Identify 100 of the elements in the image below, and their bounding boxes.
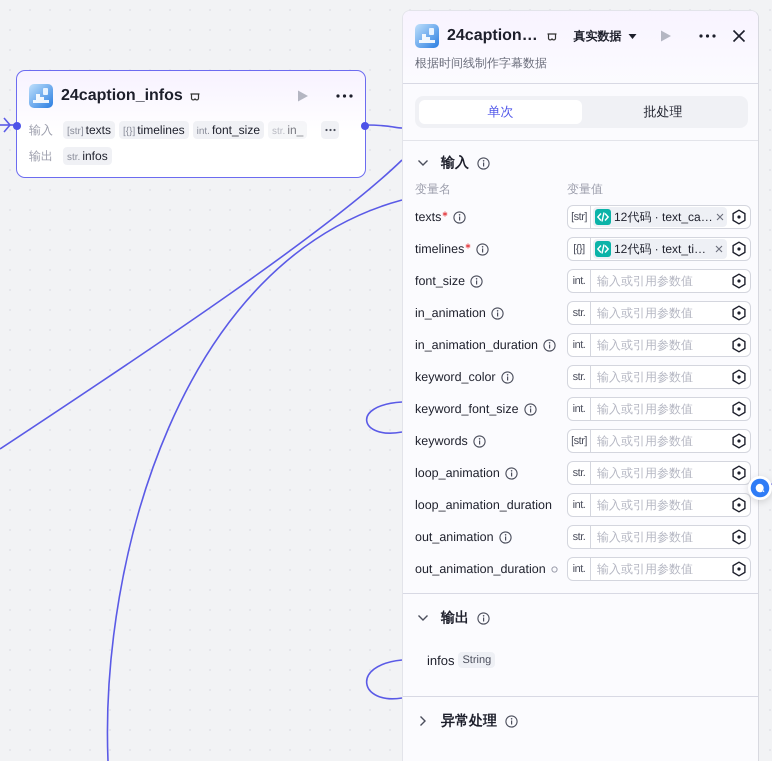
- info-icon: [505, 714, 518, 728]
- connector-arrow: [0, 117, 15, 133]
- code-icon: [595, 241, 611, 257]
- chat-button[interactable]: [748, 476, 772, 500]
- value-field[interactable]: str. 输入或引用参数值: [567, 525, 751, 549]
- type-label: [str]: [568, 430, 591, 452]
- info-icon: [504, 466, 518, 480]
- port-dot: [13, 122, 21, 130]
- type-label: str.: [568, 526, 591, 548]
- value-field[interactable]: [str] 12代码 · text_ca…: [567, 205, 751, 229]
- input-field[interactable]: 输入或引用参数值: [591, 562, 727, 576]
- type-label: int.: [196, 126, 210, 137]
- more-button[interactable]: [321, 121, 340, 139]
- variable-select-icon[interactable]: [731, 305, 747, 321]
- parameter-name: keywords: [415, 434, 468, 448]
- value-field[interactable]: str. 输入或引用参数值: [567, 365, 751, 389]
- input-field[interactable]: 输入或引用参数值: [591, 274, 727, 288]
- info-icon: [477, 612, 490, 624]
- info-icon: [476, 242, 490, 256]
- variable-select-icon[interactable]: [731, 209, 747, 225]
- output-name: infos: [427, 652, 454, 668]
- parameter-name: out_animation: [415, 530, 494, 544]
- value-field[interactable]: str. 输入或引用参数值: [567, 461, 751, 485]
- remove-icon[interactable]: [715, 245, 723, 253]
- parameter-name: in_animation: [415, 306, 486, 320]
- inputs-label: 输入: [29, 122, 54, 138]
- type-label: [{}]: [123, 126, 136, 137]
- variable-select-icon[interactable]: [731, 337, 747, 353]
- input-field[interactable]: 输入或引用参数值: [591, 530, 727, 544]
- value-field[interactable]: int. 输入或引用参数值: [567, 397, 751, 421]
- variable-select-icon[interactable]: [731, 561, 747, 577]
- info-icon: [524, 402, 537, 416]
- data-mode-dropdown[interactable]: 真实数据: [570, 28, 641, 44]
- input-field[interactable]: 输入或引用参数值: [591, 434, 727, 448]
- input-field[interactable]: 输入或引用参数值: [591, 306, 727, 320]
- type-label: [str]: [568, 206, 591, 228]
- value-field[interactable]: int. 输入或引用参数值: [567, 557, 751, 581]
- reference-text: 12代码 · text_ca…: [614, 208, 713, 226]
- variable-select-icon[interactable]: [731, 433, 747, 449]
- parameter-name: texts: [415, 210, 442, 224]
- info-icon: [472, 434, 486, 448]
- parameter-name: font_size: [212, 123, 260, 137]
- glasses-icon: [188, 90, 201, 102]
- output-type: String: [458, 652, 496, 668]
- value-field[interactable]: str. 输入或引用参数值: [567, 301, 751, 325]
- value-field[interactable]: int. 输入或引用参数值: [567, 333, 751, 357]
- type-label: str.: [568, 302, 591, 324]
- variable-select-icon[interactable]: [731, 465, 747, 481]
- variable-select-icon[interactable]: [731, 241, 747, 257]
- value-field[interactable]: [str] 输入或引用参数值: [567, 429, 751, 453]
- parameter-name: in_: [287, 123, 304, 137]
- parameter-name: out_animation_duration: [415, 562, 546, 576]
- port-dot: [361, 122, 369, 130]
- more-icon[interactable]: [336, 92, 353, 100]
- value-field[interactable]: int. 输入或引用参数值: [567, 269, 751, 293]
- parameter-name: timelines: [137, 123, 185, 137]
- panel-title: 24caption…: [447, 27, 538, 45]
- section-title: 输入: [441, 154, 469, 172]
- type-label: [{}]: [568, 238, 591, 260]
- input-field[interactable]: 输入或引用参数值: [591, 370, 727, 384]
- type-label: int.: [568, 270, 591, 292]
- section-title: 输出: [441, 609, 469, 627]
- parameter-name: timelines: [415, 242, 464, 256]
- mode-tab[interactable]: 单次: [419, 100, 582, 124]
- value-field[interactable]: [{}] 12代码 · text_ti…: [567, 237, 751, 261]
- type-label: [str]: [67, 126, 84, 137]
- parameter-name: keyword_color: [415, 370, 496, 384]
- parameter-name: loop_animation_duration: [415, 498, 552, 512]
- remove-icon[interactable]: [716, 213, 724, 221]
- reference-text: 12代码 · text_ti…: [614, 240, 708, 258]
- panel-description: 根据时间线制作字幕数据: [415, 55, 548, 72]
- variable-select-icon[interactable]: [731, 529, 747, 545]
- type-label: str.: [272, 126, 286, 137]
- blocks-icon: [29, 84, 53, 108]
- glasses-icon: [546, 30, 558, 42]
- input-field[interactable]: 输入或引用参数值: [591, 402, 727, 416]
- parameter-name: keyword_font_size: [415, 402, 519, 416]
- variable-select-icon[interactable]: [731, 273, 747, 289]
- hint-dot-icon: [550, 566, 558, 572]
- info-icon: [543, 338, 556, 352]
- variable-select-icon[interactable]: [731, 369, 747, 385]
- variable-select-icon[interactable]: [731, 401, 747, 417]
- input-field[interactable]: 输入或引用参数值: [591, 338, 727, 352]
- parameter-name: loop_animation: [415, 466, 500, 480]
- parameter-name: font_size: [415, 274, 466, 288]
- chat-bubble-icon: [750, 478, 770, 498]
- mode-tab[interactable]: 批处理: [582, 100, 744, 124]
- info-icon: [490, 306, 504, 320]
- close-icon[interactable]: [732, 29, 746, 43]
- type-label: int.: [568, 398, 591, 420]
- parameter-name: in_animation_duration: [415, 338, 538, 352]
- input-field[interactable]: 输入或引用参数值: [591, 466, 727, 480]
- type-label: str.: [67, 152, 80, 163]
- input-field[interactable]: 输入或引用参数值: [591, 498, 727, 512]
- column-header: 变量值: [567, 180, 603, 198]
- outputs-label: 输出: [29, 148, 54, 164]
- variable-select-icon[interactable]: [731, 497, 747, 513]
- parameter-name: texts: [86, 123, 112, 137]
- value-field[interactable]: int. 输入或引用参数值: [567, 493, 751, 517]
- more-icon[interactable]: [699, 32, 716, 40]
